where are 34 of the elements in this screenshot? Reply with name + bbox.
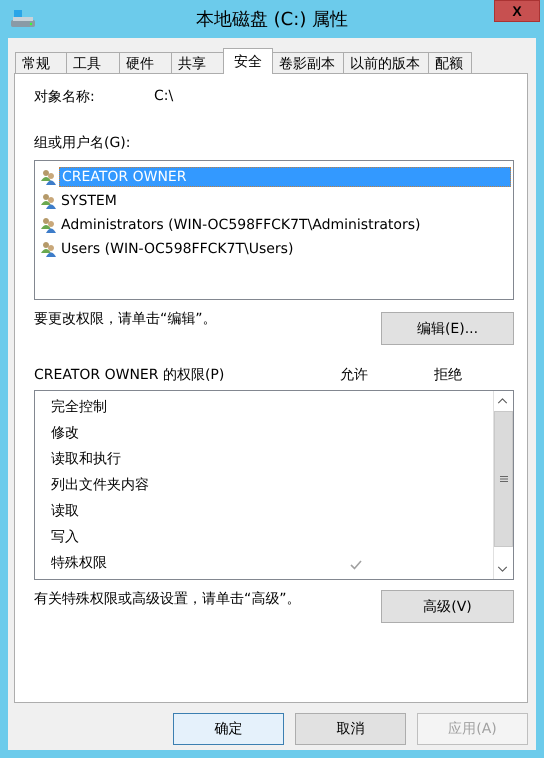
user-list-item[interactable]: Users (WIN-OC598FFCK7T\Users)	[59, 240, 296, 258]
tab[interactable]: 配额	[428, 52, 472, 74]
permission-name: 读取	[51, 502, 80, 520]
close-button[interactable]: X	[494, 0, 540, 22]
edit-hint: 要更改权限，请单击“编辑”。	[34, 310, 217, 328]
advanced-hint: 有关特殊权限或高级设置，请单击“高级”。	[34, 590, 301, 608]
drive-icon	[8, 8, 38, 30]
scroll-thumb[interactable]	[494, 411, 513, 547]
groups-label: 组或用户名(G):	[34, 134, 132, 152]
dialog-button[interactable]: 取消	[295, 713, 406, 745]
permission-name: 列出文件夹内容	[51, 476, 150, 494]
permissions-label: CREATOR OWNER 的权限(P)	[34, 366, 226, 384]
user-list-item[interactable]: SYSTEM	[59, 192, 119, 210]
users-icon	[40, 217, 58, 233]
users-icon	[40, 193, 58, 209]
user-list-item[interactable]: Administrators (WIN-OC598FFCK7T\Administrators)	[59, 216, 422, 234]
users-icon	[40, 169, 58, 185]
tab[interactable]: 常规	[15, 52, 67, 74]
permission-name: 特殊权限	[51, 554, 108, 572]
permission-name: 读取和执行	[51, 450, 122, 468]
advanced-button[interactable]: 高级(V)	[381, 590, 514, 623]
users-icon	[40, 241, 58, 257]
scrollbar[interactable]	[493, 391, 513, 579]
allow-header: 允许	[340, 366, 369, 384]
deny-header: 拒绝	[434, 366, 462, 384]
permission-name: 修改	[51, 424, 80, 442]
permission-name: 完全控制	[51, 398, 108, 416]
permission-name: 写入	[51, 528, 80, 546]
object-name-label: 对象名称:	[34, 88, 96, 106]
edit-button[interactable]: 编辑(E)...	[381, 312, 514, 345]
tab[interactable]: 安全	[223, 48, 273, 74]
dialog-button[interactable]: 确定	[173, 713, 284, 745]
object-name-value: C:\	[154, 88, 174, 106]
window-title: 本地磁盘 (C:) 属性	[194, 8, 350, 31]
